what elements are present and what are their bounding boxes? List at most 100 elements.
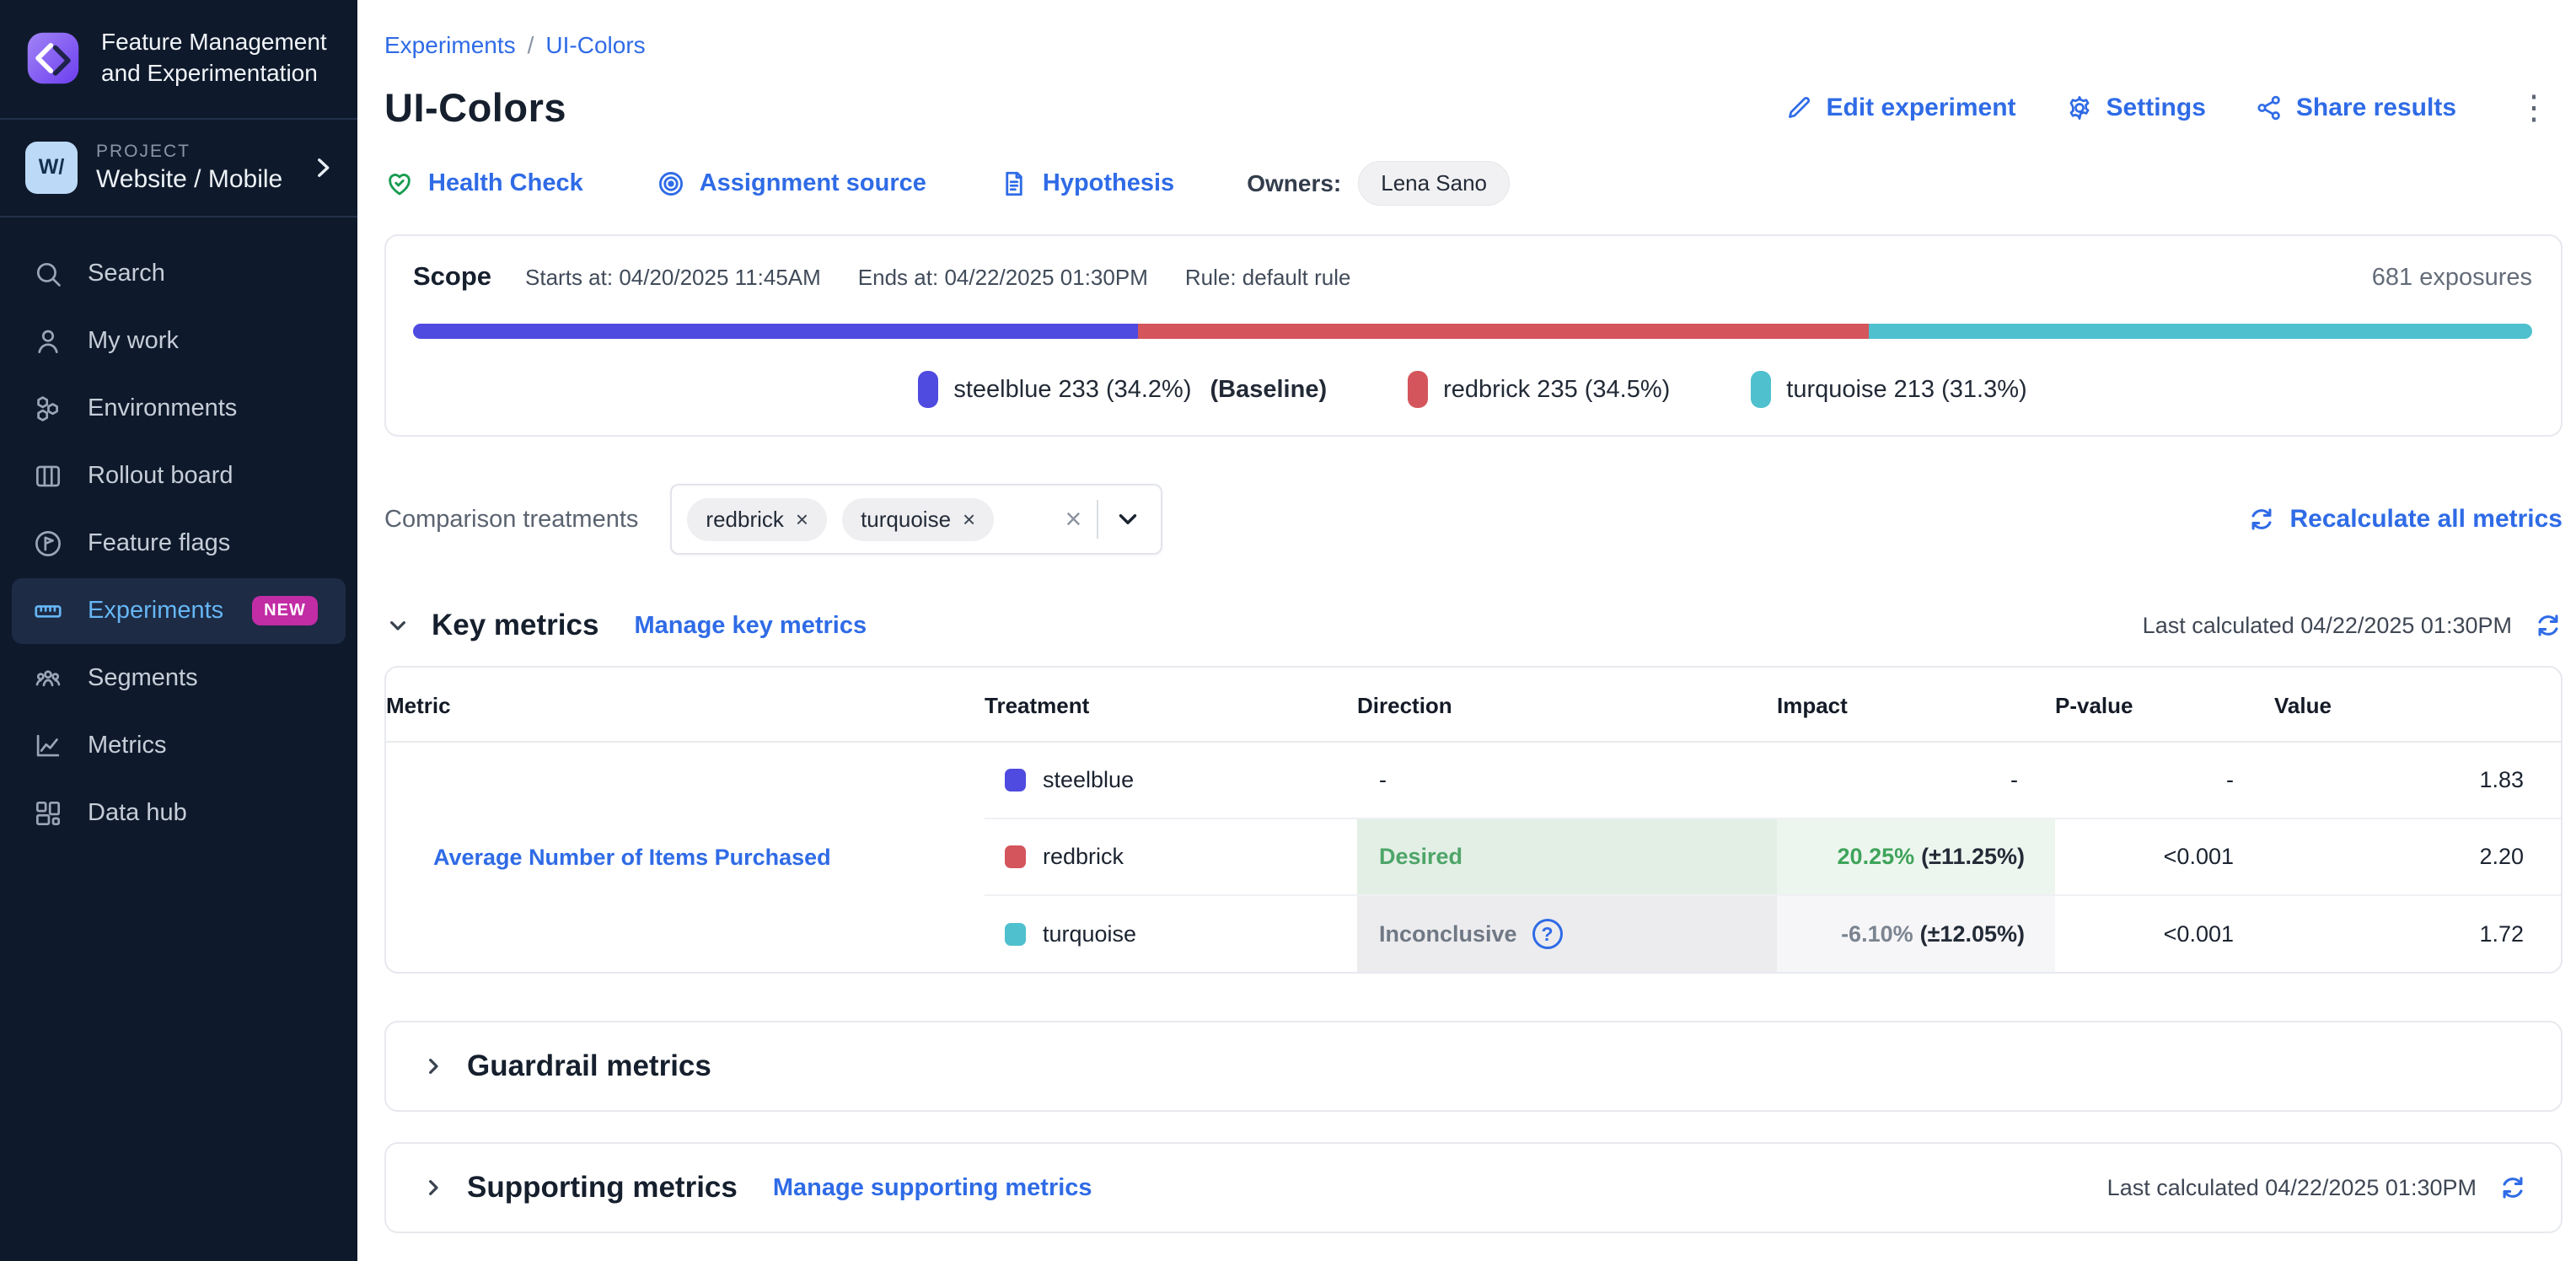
sidebar-item-search[interactable]: Search <box>12 241 346 307</box>
table-row-steelblue: Average Number of Items Purchased steelb… <box>386 742 2561 818</box>
metric-name-link[interactable]: Average Number of Items Purchased <box>386 742 985 972</box>
search-icon <box>32 258 64 290</box>
legend-item-redbrick: redbrick 235 (34.5%) <box>1408 371 1670 408</box>
project-avatar: W/ <box>25 142 78 194</box>
bar-segment-steelblue <box>413 324 1138 339</box>
sidebar-item-feature-flags[interactable]: Feature flags <box>12 511 346 577</box>
remove-chip-icon[interactable]: × <box>796 508 808 530</box>
manage-key-metrics-link[interactable]: Manage key metrics <box>634 612 867 640</box>
owners-group: Owners: Lena Sano <box>1247 161 1510 206</box>
direction-cell: Desired <box>1357 818 1777 895</box>
supporting-metrics-last-calculated: Last calculated 04/22/2025 01:30PM <box>2107 1173 2527 1202</box>
health-check-link[interactable]: Health Check <box>384 169 583 199</box>
flag-circle-icon <box>32 528 64 560</box>
value-cell: 2.20 <box>2274 818 2561 895</box>
legend-item-steelblue: steelblue 233 (34.2%) (Baseline) <box>918 371 1327 408</box>
refresh-key-metrics-button[interactable] <box>2534 611 2563 640</box>
chevron-right-icon <box>309 153 337 182</box>
breadcrumb: Experiments / UI-Colors <box>384 32 2563 59</box>
share-results-button[interactable]: Share results <box>2255 94 2456 122</box>
treatment-name: redbrick <box>1043 844 1124 870</box>
redbrick-swatch <box>1408 371 1428 408</box>
manage-supporting-metrics-link[interactable]: Manage supporting metrics <box>773 1174 1092 1202</box>
comparison-treatments-label: Comparison treatments <box>384 506 638 534</box>
app-title: Feature Management and Experimentation <box>101 27 334 89</box>
user-icon <box>32 325 64 357</box>
key-metrics-header: Key metrics Manage key metrics Last calc… <box>384 609 2563 642</box>
sidebar-item-my-work[interactable]: My work <box>12 309 346 374</box>
breadcrumb-experiments-link[interactable]: Experiments <box>384 32 516 59</box>
treatment-name: steelblue <box>1043 767 1134 793</box>
sidebar-item-experiments[interactable]: Experiments NEW <box>12 578 346 644</box>
kebab-menu-button[interactable]: ⋮ <box>2505 91 2563 125</box>
project-name: Website / Mobile <box>96 165 290 194</box>
baseline-suffix: (Baseline) <box>1210 376 1328 404</box>
sidebar-item-environments[interactable]: Environments <box>12 376 346 442</box>
breadcrumb-separator: / <box>528 32 534 59</box>
turquoise-swatch <box>1005 923 1026 946</box>
expand-guardrail-metrics-icon[interactable] <box>420 1053 447 1080</box>
ends-at-value: 04/22/2025 01:30PM <box>944 265 1147 290</box>
page-title: UI-Colors <box>384 84 566 131</box>
heart-check-icon <box>384 169 415 199</box>
rule-value: default rule <box>1242 265 1351 290</box>
direction-cell: - <box>1357 742 1777 818</box>
assignment-source-link[interactable]: Assignment source <box>656 169 926 199</box>
project-switcher[interactable]: W/ PROJECT Website / Mobile <box>0 120 357 217</box>
pvalue-cell: - <box>2055 742 2274 818</box>
settings-label: Settings <box>2106 94 2206 122</box>
sidebar-item-label: Rollout board <box>88 462 233 490</box>
value-cell: 1.72 <box>2274 895 2561 972</box>
collapse-key-metrics-icon[interactable] <box>384 612 411 639</box>
last-calculated-text: Last calculated 04/22/2025 01:30PM <box>2143 613 2512 639</box>
sidebar-item-data-hub[interactable]: Data hub <box>12 781 346 846</box>
share-results-label: Share results <box>2296 94 2456 122</box>
key-metrics-last-calculated: Last calculated 04/22/2025 01:30PM <box>2143 611 2563 640</box>
pencil-icon <box>1784 94 1813 122</box>
sidebar-item-metrics[interactable]: Metrics <box>12 713 346 779</box>
sidebar-item-label: Feature flags <box>88 529 230 557</box>
chip-label: redbrick <box>706 507 783 533</box>
sidebar-item-label: Search <box>88 260 165 287</box>
sidebar-item-label: Experiments <box>88 597 223 625</box>
sidebar: Feature Management and Experimentation W… <box>0 0 357 1261</box>
expand-supporting-metrics-icon[interactable] <box>420 1174 447 1201</box>
key-metrics-table: Metric Treatment Direction Impact P-valu… <box>386 668 2561 972</box>
owner-chip[interactable]: Lena Sano <box>1358 161 1510 206</box>
treatment-legend: steelblue 233 (34.2%) (Baseline) redbric… <box>413 371 2532 408</box>
legend-label: turquoise 213 (31.3%) <box>1786 376 2026 404</box>
main-content: Experiments / UI-Colors UI-Colors Edit e… <box>357 0 2576 1261</box>
breadcrumb-current-link[interactable]: UI-Colors <box>545 32 645 59</box>
steelblue-swatch <box>1005 769 1026 791</box>
people-group-icon <box>32 663 64 695</box>
edit-experiment-button[interactable]: Edit experiment <box>1784 94 2015 122</box>
header-actions: Edit experiment Settings Share results ⋮ <box>1784 91 2563 125</box>
impact-cell: - <box>1777 742 2055 818</box>
steelblue-swatch <box>918 371 938 408</box>
settings-button[interactable]: Settings <box>2065 94 2206 122</box>
key-metrics-table-card: Metric Treatment Direction Impact P-valu… <box>384 666 2563 974</box>
question-circle-icon[interactable]: ? <box>1532 919 1563 949</box>
sidebar-item-segments[interactable]: Segments <box>12 646 346 711</box>
column-header-pvalue: P-value <box>2055 668 2274 742</box>
ends-at-label: Ends at: <box>858 265 938 290</box>
scope-meta: Starts at: 04/20/2025 11:45AM Ends at: 0… <box>525 265 1350 291</box>
recalculate-all-metrics-button[interactable]: Recalculate all metrics <box>2247 505 2563 534</box>
remove-chip-icon[interactable]: × <box>963 508 975 530</box>
supporting-metrics-title: Supporting metrics <box>467 1171 738 1205</box>
exposures-count: 681 exposures <box>2372 264 2532 292</box>
redbrick-swatch <box>1005 845 1026 868</box>
scope-title: Scope <box>413 261 491 292</box>
impact-cell: 20.25%(±11.25%) <box>1777 818 2055 895</box>
column-header-value: Value <box>2274 668 2561 742</box>
grid-blocks-icon <box>32 797 64 829</box>
hypothesis-link[interactable]: Hypothesis <box>999 169 1174 199</box>
select-chevron-down-icon[interactable] <box>1114 505 1142 534</box>
sidebar-item-rollout-board[interactable]: Rollout board <box>12 443 346 509</box>
experiment-meta-row: Health Check Assignment source Hypothesi… <box>384 161 2563 206</box>
clear-selection-icon[interactable]: × <box>1065 505 1082 534</box>
comparison-treatments-select[interactable]: redbrick × turquoise × × <box>670 484 1162 555</box>
hexagons-icon <box>32 393 64 425</box>
refresh-supporting-metrics-button[interactable] <box>2498 1173 2527 1202</box>
bar-segment-redbrick <box>1138 324 1869 339</box>
